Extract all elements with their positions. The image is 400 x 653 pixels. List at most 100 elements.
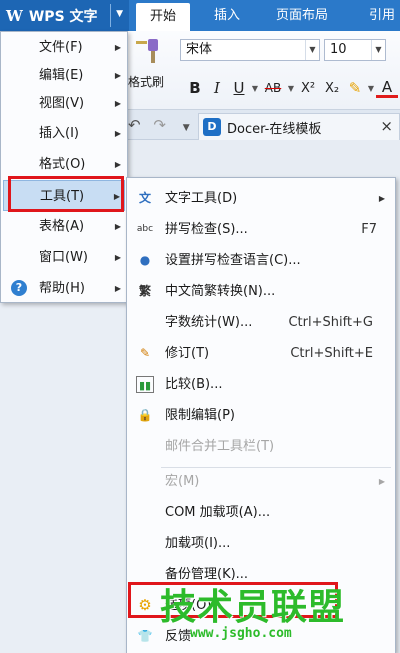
menu-item-label: 文字工具(D) bbox=[165, 191, 238, 206]
title-bar: W WPS 文字 ▼ 开始 插入 页面布局 引用 bbox=[0, 0, 400, 31]
tab-insert[interactable]: 插入 bbox=[214, 0, 240, 31]
bold-button[interactable]: B bbox=[184, 79, 206, 97]
menu-item-label: 帮助(H) bbox=[39, 281, 85, 296]
chinese-convert-icon: 繁 bbox=[138, 284, 151, 298]
chevron-right-icon: ▶ bbox=[114, 253, 121, 262]
menu-item-help[interactable]: ? 帮助(H) ▶ bbox=[3, 273, 125, 304]
document-tab-title: Docer-在线模板 bbox=[227, 121, 322, 137]
menu-item-chinese-convert[interactable]: 繁 中文简繁转换(N)... bbox=[127, 276, 395, 307]
chevron-down-icon[interactable]: ▼ bbox=[366, 84, 376, 93]
format-toolbar: B I U ▼ AB ▼ X² X₂ ✎ ▼ A bbox=[184, 75, 398, 101]
watermark-text: 技术员联盟 bbox=[160, 587, 346, 628]
underline-button[interactable]: U bbox=[228, 79, 250, 97]
help-icon: ? bbox=[11, 280, 27, 296]
menu-item-label: COM 加载项(A)... bbox=[165, 505, 271, 520]
menu-item-label: 字数统计(W)... bbox=[165, 315, 253, 330]
menu-item-table[interactable]: 表格(A) ▶ bbox=[3, 211, 125, 242]
menu-item-label: 编辑(E) bbox=[39, 68, 84, 83]
menu-item-label: 设置拼写检查语言(C)... bbox=[165, 253, 301, 268]
document-tab[interactable]: D Docer-在线模板 × bbox=[198, 113, 400, 140]
highlight-box-tools bbox=[8, 176, 124, 212]
menu-item-label: 邮件合并工具栏(T) bbox=[165, 439, 275, 454]
compare-icon: ▮▮ bbox=[136, 376, 154, 393]
docer-logo-icon: D bbox=[203, 118, 221, 136]
menu-item-label: 视图(V) bbox=[39, 96, 85, 111]
menu-item-track-changes[interactable]: ✎ 修订(T) Ctrl+Shift+E bbox=[127, 338, 395, 369]
menu-item-label: 中文简繁转换(N)... bbox=[165, 284, 276, 299]
chevron-right-icon: ▶ bbox=[114, 129, 121, 138]
menu-item-label: 文件(F) bbox=[39, 40, 83, 55]
shortcut-label: Ctrl+Shift+G bbox=[288, 315, 373, 330]
highlight-icon[interactable]: ✎ bbox=[344, 79, 366, 97]
menu-item-word-count[interactable]: 字数统计(W)... Ctrl+Shift+G bbox=[127, 307, 395, 338]
tab-references[interactable]: 引用 bbox=[369, 0, 395, 31]
chevron-right-icon: ▶ bbox=[114, 222, 121, 231]
quick-access-toolbar: ↶ ↷ ▼ bbox=[128, 116, 190, 134]
menu-item-label: 加载项(I)... bbox=[165, 536, 231, 551]
menu-item-macro: 宏(M) ▶ bbox=[127, 466, 395, 497]
menu-item-window[interactable]: 窗口(W) ▶ bbox=[3, 242, 125, 273]
app-menu-button[interactable]: W WPS 文字 ▼ bbox=[0, 0, 129, 31]
menu-item-spell-language[interactable]: ● 设置拼写检查语言(C)... bbox=[127, 245, 395, 276]
watermark: 技术员联盟 www.jsgho.com bbox=[160, 578, 400, 653]
chevron-down-icon[interactable]: ▼ bbox=[286, 84, 296, 93]
menu-item-view[interactable]: 视图(V) ▶ bbox=[3, 88, 125, 119]
italic-button[interactable]: I bbox=[206, 79, 228, 97]
chevron-down-icon[interactable]: ▼ bbox=[305, 40, 319, 60]
format-painter-icon[interactable] bbox=[132, 37, 164, 67]
menu-item-compare[interactable]: ▮▮ 比较(B)... bbox=[127, 369, 395, 400]
menu-item-addins[interactable]: 加载项(I)... bbox=[127, 528, 395, 559]
menu-item-insert[interactable]: 插入(I) ▶ bbox=[3, 118, 125, 149]
format-painter-label[interactable]: 格式刷 bbox=[128, 73, 164, 90]
menu-item-com-addins[interactable]: COM 加载项(A)... bbox=[127, 497, 395, 528]
chevron-down-icon: ▼ bbox=[116, 9, 123, 19]
menu-item-label: 修订(T) bbox=[165, 346, 210, 361]
menu-item-label: 比较(B)... bbox=[165, 377, 223, 392]
divider bbox=[110, 4, 111, 27]
chevron-right-icon: ▶ bbox=[114, 284, 121, 293]
spell-language-icon: ● bbox=[139, 253, 151, 267]
superscript-button[interactable]: X² bbox=[296, 81, 320, 96]
close-icon[interactable]: × bbox=[380, 117, 393, 135]
subscript-button[interactable]: X₂ bbox=[320, 81, 344, 96]
font-color-button[interactable]: A bbox=[376, 79, 398, 98]
shirt-icon: 👕 bbox=[137, 629, 153, 643]
spell-check-icon: abc bbox=[136, 224, 154, 234]
font-name-value: 宋体 bbox=[186, 42, 213, 57]
chevron-down-icon[interactable]: ▼ bbox=[250, 84, 260, 93]
font-size-value: 10 bbox=[330, 42, 347, 57]
tab-home[interactable]: 开始 bbox=[136, 3, 190, 31]
shortcut-label: F7 bbox=[361, 222, 377, 237]
chevron-down-icon[interactable]: ▼ bbox=[371, 40, 385, 60]
menu-item-text-tools[interactable]: 文 文字工具(D) ▶ bbox=[127, 183, 395, 214]
redo-icon[interactable]: ↷ bbox=[153, 116, 166, 134]
app-name: WPS 文字 bbox=[28, 8, 98, 25]
chevron-down-icon[interactable]: ▼ bbox=[183, 123, 190, 133]
chevron-right-icon: ▶ bbox=[378, 477, 385, 486]
font-name-select[interactable]: 宋体 ▼ bbox=[180, 39, 320, 61]
watermark-url: www.jsgho.com bbox=[190, 626, 292, 641]
shortcut-label: Ctrl+Shift+E bbox=[290, 346, 373, 361]
menu-item-restrict-edit[interactable]: 🔒 限制编辑(P) bbox=[127, 400, 395, 431]
strikethrough-button[interactable]: AB bbox=[260, 81, 286, 95]
menu-item-label: 拼写检查(S)... bbox=[165, 222, 248, 237]
menu-item-label: 格式(O) bbox=[39, 157, 86, 172]
menu-item-mail-merge: 邮件合并工具栏(T) bbox=[127, 431, 395, 462]
tab-page-layout[interactable]: 页面布局 bbox=[276, 0, 328, 31]
restrict-edit-icon: 🔒 bbox=[137, 408, 153, 422]
menu-item-label: 窗口(W) bbox=[39, 250, 88, 265]
text-tool-icon: 文 bbox=[138, 191, 151, 205]
wps-logo-icon: W bbox=[6, 6, 23, 25]
ribbon-home: 格式刷 宋体 ▼ 10 ▼ B I U ▼ AB ▼ X² X₂ ✎ ▼ A bbox=[128, 31, 400, 110]
menu-item-label: 表格(A) bbox=[39, 219, 85, 234]
menu-item-edit[interactable]: 编辑(E) ▶ bbox=[3, 60, 125, 91]
font-size-select[interactable]: 10 ▼ bbox=[324, 39, 386, 61]
chevron-right-icon: ▶ bbox=[114, 43, 121, 52]
document-tab-bar: ↶ ↷ ▼ D Docer-在线模板 × bbox=[128, 110, 400, 140]
undo-icon[interactable]: ↶ bbox=[128, 116, 141, 134]
menu-item-label: 插入(I) bbox=[39, 126, 79, 141]
menu-item-label: 限制编辑(P) bbox=[165, 408, 235, 423]
chevron-right-icon: ▶ bbox=[114, 99, 121, 108]
menu-item-spell-check[interactable]: abc 拼写检查(S)... F7 bbox=[127, 214, 395, 245]
menu-item-file[interactable]: 文件(F) ▶ bbox=[3, 32, 125, 63]
